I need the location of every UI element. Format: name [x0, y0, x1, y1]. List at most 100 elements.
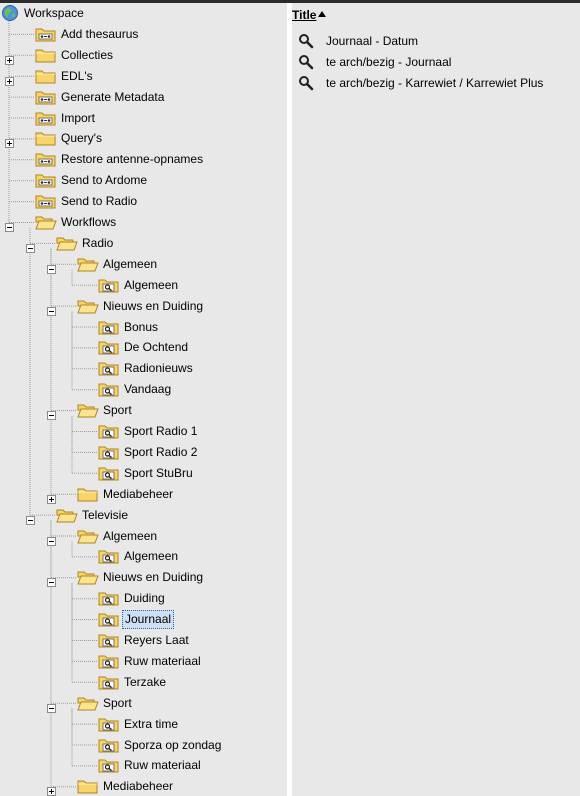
- tree-item[interactable]: Terzake: [0, 672, 287, 693]
- tree-item-label: Duiding: [124, 591, 165, 606]
- tree-root-workspace[interactable]: Workspace: [0, 3, 287, 24]
- expand-icon[interactable]: [5, 134, 14, 149]
- tree-item-label: EDL's: [61, 68, 93, 83]
- tree-item-label: Send to Ardome: [61, 173, 148, 188]
- tree-item[interactable]: Ruw materiaal: [0, 755, 287, 776]
- tree-item-label: Import: [61, 110, 96, 125]
- collapse-icon[interactable]: [5, 218, 14, 232]
- collapse-icon[interactable]: [47, 260, 56, 274]
- collapse-icon[interactable]: [47, 699, 56, 713]
- tree-item-label: Nieuws en Duiding: [103, 298, 204, 313]
- collapse-icon[interactable]: [26, 511, 35, 525]
- tree-item-label: Reyers Laat: [124, 633, 189, 647]
- tree-item-label: Workflows: [61, 215, 117, 229]
- tree-item-label: Vandaag: [124, 382, 172, 397]
- tree-item-label: Radionieuws: [124, 361, 193, 376]
- tree-item[interactable]: Radio: [0, 233, 287, 254]
- tree-item-label: Algemeen: [103, 528, 158, 543]
- tree-item[interactable]: Import: [0, 108, 287, 129]
- tree-item-label: Add thesaurus: [61, 26, 139, 41]
- tree-item-label: Restore antenne-opnames: [61, 152, 204, 167]
- tree-item[interactable]: Generate Metadata: [0, 87, 287, 108]
- tree-item-label: Algemeen: [124, 277, 179, 292]
- tree-item[interactable]: Televisie: [0, 505, 287, 526]
- expand-icon[interactable]: [47, 490, 56, 504]
- tree-item-label: Radio: [82, 235, 114, 250]
- tree-item[interactable]: Extra time: [0, 714, 287, 735]
- tree-item[interactable]: Ruw materiaal: [0, 651, 287, 672]
- tree-item[interactable]: Algemeen: [0, 546, 287, 567]
- result-title: te arch/bezig - Journaal: [326, 55, 452, 69]
- tree-item[interactable]: Journaal: [0, 609, 287, 630]
- tree-root-label: Workspace: [24, 6, 84, 20]
- tree-item[interactable]: Sport StuBru: [0, 463, 287, 484]
- tree-item-label: Sport: [103, 403, 132, 418]
- tree-item[interactable]: Algemeen: [0, 275, 287, 296]
- tree-item[interactable]: Nieuws en Duiding: [0, 296, 287, 317]
- tree-item-label: Algemeen: [124, 549, 179, 564]
- result-title: Journaal - Datum: [326, 34, 419, 48]
- tree-item[interactable]: Send to Radio: [0, 191, 287, 212]
- search-icon: [298, 33, 314, 55]
- tree-item-label: Mediabeheer: [103, 779, 174, 794]
- tree-item-label: Generate Metadata: [61, 89, 165, 104]
- results-pane: Title Journaal - Datum te arch/bezig - J…: [292, 3, 580, 796]
- collapse-icon[interactable]: [26, 239, 35, 253]
- tree-item-label: Extra time: [124, 716, 179, 731]
- collapse-icon[interactable]: [47, 532, 56, 546]
- tree-item[interactable]: Query's: [0, 128, 287, 149]
- collapse-icon[interactable]: [47, 406, 56, 421]
- tree-item[interactable]: Restore antenne-opnames: [0, 149, 287, 170]
- tree-item[interactable]: Radionieuws: [0, 358, 287, 379]
- tree-item[interactable]: EDL's: [0, 66, 287, 87]
- title-column-label: Title: [292, 8, 317, 22]
- expand-icon[interactable]: [47, 782, 56, 796]
- tree-item[interactable]: De Ochtend: [0, 337, 287, 358]
- tree-item-label: De Ochtend: [124, 340, 189, 355]
- tree-item[interactable]: Sport: [0, 693, 287, 714]
- tree-item-label: Sport Radio 1: [124, 424, 198, 438]
- tree-item-label: Ruw materiaal: [124, 653, 201, 668]
- tree-item-label: Mediabeheer: [103, 486, 174, 501]
- search-icon: [298, 54, 314, 76]
- workspace-tree-pane[interactable]: Workspace Add thesaurus Collecties EDL's…: [0, 3, 287, 796]
- tree-item[interactable]: Sport Radio 1: [0, 421, 287, 442]
- tree-item-label: Query's: [61, 131, 102, 146]
- tree-item-label: Bonus: [124, 319, 159, 334]
- expand-icon[interactable]: [5, 72, 14, 86]
- title-column-header[interactable]: Title: [292, 8, 327, 24]
- tree-item[interactable]: Algemeen: [0, 254, 287, 275]
- tree-item-label: Send to Radio: [61, 194, 138, 209]
- tree-item-label: Terzake: [124, 674, 167, 689]
- tree-item[interactable]: Nieuws en Duiding: [0, 567, 287, 588]
- tree-item-label: Televisie: [82, 507, 129, 522]
- collapse-icon[interactable]: [47, 302, 56, 316]
- tree-item[interactable]: Send to Ardome: [0, 170, 287, 191]
- expand-icon[interactable]: [5, 51, 14, 65]
- tree-item[interactable]: Mediabeheer: [0, 484, 287, 505]
- tree-item[interactable]: Reyers Laat: [0, 630, 287, 651]
- result-title: te arch/bezig - Karrewiet / Karrewiet Pl…: [326, 76, 544, 90]
- tree-item[interactable]: Collecties: [0, 45, 287, 66]
- folder-icon: [77, 778, 99, 796]
- tree-item[interactable]: Add thesaurus: [0, 24, 287, 45]
- tree-item-label: Ruw materiaal: [124, 758, 201, 773]
- tree-item[interactable]: Algemeen: [0, 526, 287, 547]
- tree-item[interactable]: Workflows: [0, 212, 287, 233]
- tree-item-label: Sport StuBru: [124, 465, 193, 480]
- tree-item[interactable]: Sporza op zondag: [0, 735, 287, 756]
- tree-item-label: Algemeen: [103, 256, 158, 271]
- collapse-icon[interactable]: [47, 573, 56, 588]
- tree-item[interactable]: Vandaag: [0, 379, 287, 400]
- tree-item-label: Sporza op zondag: [124, 737, 222, 752]
- tree-item[interactable]: Mediabeheer: [0, 776, 287, 796]
- tree-item[interactable]: Sport Radio 2: [0, 442, 287, 463]
- tree-item[interactable]: Sport: [0, 400, 287, 421]
- sort-ascending-icon: [318, 11, 327, 17]
- tree-item-label: Collecties: [61, 47, 114, 62]
- tree-item[interactable]: Duiding: [0, 588, 287, 609]
- tree-item-label: Sport Radio 2: [124, 444, 198, 459]
- tree-item[interactable]: Bonus: [0, 317, 287, 338]
- search-icon: [298, 75, 314, 97]
- tree-item-label: Nieuws en Duiding: [103, 570, 204, 585]
